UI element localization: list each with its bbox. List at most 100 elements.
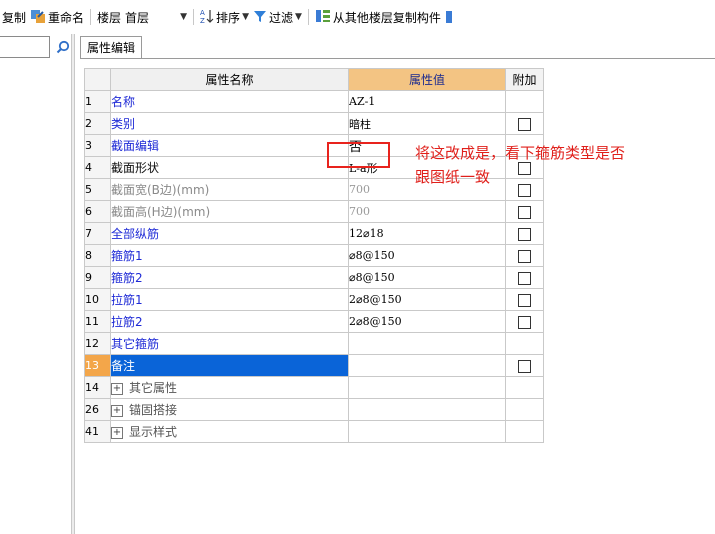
tab-property-edit[interactable]: 属性编辑: [80, 36, 143, 58]
add-checkbox[interactable]: [518, 315, 531, 329]
add-cell: [505, 222, 544, 245]
table-row[interactable]: 2 类别 暗柱: [84, 112, 544, 135]
property-grid: 属性名称 属性值 附加 1 名称 AZ-1 2 类别 暗柱 3 截面编辑 否 4…: [84, 68, 544, 443]
header-property-value[interactable]: 属性值: [348, 68, 506, 91]
table-row[interactable]: 1 名称 AZ-1: [84, 90, 544, 113]
property-value[interactable]: [348, 332, 506, 355]
property-group[interactable]: + 显示样式: [110, 420, 349, 443]
add-cell: [505, 288, 544, 311]
add-checkbox[interactable]: [518, 271, 531, 285]
property-value[interactable]: ⌀8@150: [348, 266, 506, 289]
header-add[interactable]: 附加: [505, 68, 544, 91]
property-name[interactable]: 截面形状: [110, 156, 349, 179]
property-name[interactable]: 箍筋1: [110, 244, 349, 267]
table-row[interactable]: 12 其它箍筋: [84, 332, 544, 355]
property-value[interactable]: 暗柱: [348, 112, 506, 135]
sort-icon: AZ: [200, 8, 214, 27]
row-number: 13: [84, 354, 111, 377]
table-row-group[interactable]: 26 + 锚固搭接: [84, 398, 544, 421]
property-name[interactable]: 全部纵筋: [110, 222, 349, 245]
header-row-number: [84, 68, 111, 91]
row-number: 9: [84, 266, 111, 289]
row-number: 2: [84, 112, 111, 135]
table-row[interactable]: 11 拉筋2 2⌀8@150: [84, 310, 544, 333]
add-cell: [505, 112, 544, 135]
table-row[interactable]: 8 箍筋1 ⌀8@150: [84, 244, 544, 267]
filter-label: 过滤: [268, 10, 293, 25]
add-checkbox[interactable]: [518, 227, 531, 241]
property-name[interactable]: 类别: [110, 112, 349, 135]
add-checkbox[interactable]: [518, 117, 531, 131]
table-row[interactable]: 9 箍筋2 ⌀8@150: [84, 266, 544, 289]
rename-button[interactable]: 重命名: [28, 6, 86, 28]
add-cell: [505, 398, 544, 421]
search-input[interactable]: [0, 36, 50, 58]
property-name[interactable]: 名称: [110, 90, 349, 113]
svg-text:A: A: [200, 9, 205, 17]
expand-plus-icon[interactable]: +: [111, 404, 123, 417]
property-name[interactable]: 备注: [110, 354, 349, 377]
grid-header-row: 属性名称 属性值 附加: [84, 68, 544, 91]
add-checkbox[interactable]: [518, 359, 531, 373]
add-cell: [505, 376, 544, 399]
table-row-group[interactable]: 41 + 显示样式: [84, 420, 544, 443]
sort-button[interactable]: AZ 排序 ▼: [198, 6, 251, 28]
add-checkbox[interactable]: [518, 249, 531, 263]
row-number: 10: [84, 288, 111, 311]
add-cell: [505, 354, 544, 377]
panel-splitter[interactable]: [71, 34, 75, 534]
add-cell: [505, 90, 544, 113]
add-checkbox[interactable]: [518, 205, 531, 219]
table-row[interactable]: 10 拉筋1 2⌀8@150: [84, 288, 544, 311]
property-group[interactable]: + 锚固搭接: [110, 398, 349, 421]
property-value[interactable]: ⌀8@150: [348, 244, 506, 267]
annotation-highlight-box: [327, 142, 390, 168]
row-number: 11: [84, 310, 111, 333]
property-value[interactable]: 2⌀8@150: [348, 310, 506, 333]
expand-plus-icon[interactable]: +: [111, 382, 123, 395]
search-icon[interactable]: [54, 38, 72, 56]
copy-label: 复制: [2, 10, 27, 25]
header-property-name[interactable]: 属性名称: [110, 68, 349, 91]
row-number: 1: [84, 90, 111, 113]
copy-button[interactable]: 复制: [0, 6, 28, 28]
row-number: 14: [84, 376, 111, 399]
table-row-selected[interactable]: 13 备注: [84, 354, 544, 377]
property-name[interactable]: 箍筋2: [110, 266, 349, 289]
property-value[interactable]: AZ-1: [348, 90, 506, 113]
row-number: 5: [84, 178, 111, 201]
property-name[interactable]: 拉筋1: [110, 288, 349, 311]
property-name[interactable]: 截面高(H边)(mm): [110, 200, 349, 223]
table-row-group[interactable]: 14 + 其它属性: [84, 376, 544, 399]
tab-divider: [80, 58, 715, 59]
property-value[interactable]: 2⌀8@150: [348, 288, 506, 311]
toolbar-separator: [307, 9, 309, 25]
row-number: 4: [84, 156, 111, 179]
property-value[interactable]: [348, 354, 506, 377]
property-value[interactable]: 12⌀18: [348, 222, 506, 245]
add-cell: [505, 332, 544, 355]
property-name[interactable]: 其它箍筋: [110, 332, 349, 355]
table-row[interactable]: 7 全部纵筋 12⌀18: [84, 222, 544, 245]
svg-text:Z: Z: [200, 17, 205, 24]
property-name[interactable]: 截面宽(B边)(mm): [110, 178, 349, 201]
floor-select[interactable]: 首层 ▼: [123, 6, 189, 28]
toolbar-overflow-icon[interactable]: [443, 6, 457, 28]
expand-plus-icon[interactable]: +: [111, 426, 123, 439]
chevron-down-icon: ▼: [242, 12, 249, 22]
property-name[interactable]: 截面编辑: [110, 134, 349, 157]
property-value: [348, 376, 506, 399]
property-group[interactable]: + 其它属性: [110, 376, 349, 399]
chevron-down-icon: ▼: [295, 12, 302, 22]
property-value[interactable]: 700: [348, 200, 506, 223]
property-name[interactable]: 拉筋2: [110, 310, 349, 333]
property-group-label: 其它属性: [129, 381, 178, 395]
property-value: [348, 420, 506, 443]
copy-from-floor-button[interactable]: 从其他楼层复制构件: [313, 6, 443, 28]
row-number: 3: [84, 134, 111, 157]
add-checkbox[interactable]: [518, 293, 531, 307]
filter-button[interactable]: 过滤 ▼: [251, 6, 304, 28]
floor-label-text: 楼层: [97, 10, 122, 25]
tab-property-edit-label: 属性编辑: [87, 41, 136, 55]
table-row[interactable]: 6 截面高(H边)(mm) 700: [84, 200, 544, 223]
